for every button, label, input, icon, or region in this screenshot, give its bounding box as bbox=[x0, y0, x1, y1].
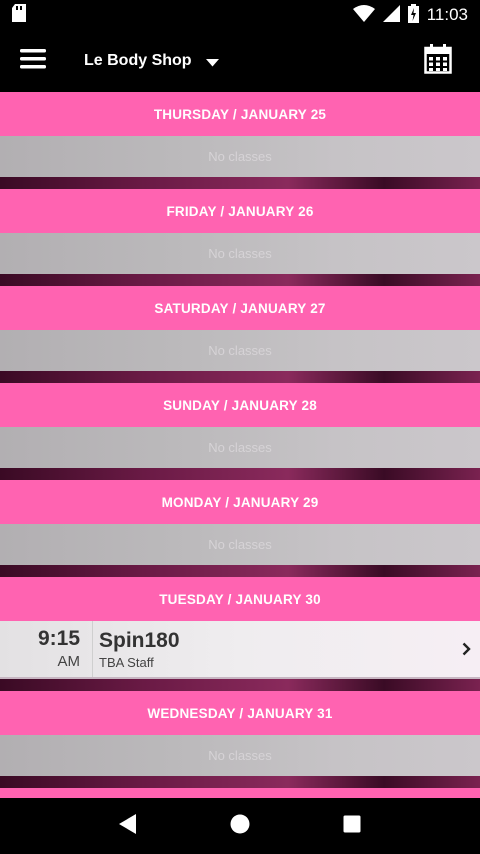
back-icon bbox=[119, 814, 137, 838]
status-bar: 11:03 bbox=[0, 0, 480, 30]
no-classes-label: No classes bbox=[0, 136, 480, 177]
calendar-icon bbox=[424, 44, 452, 78]
day-section: TUESDAY / JANUARY 30 9:15 AM Spin180 TBA… bbox=[0, 577, 480, 691]
app-bar: Le Body Shop bbox=[0, 30, 480, 92]
day-header-partial bbox=[0, 788, 480, 798]
day-header: FRIDAY / JANUARY 26 bbox=[0, 189, 480, 233]
navigation-bar bbox=[0, 798, 480, 854]
class-time: 9:15 AM bbox=[0, 621, 93, 677]
day-section: SUNDAY / JANUARY 28 No classes bbox=[0, 383, 480, 480]
day-header: SATURDAY / JANUARY 27 bbox=[0, 286, 480, 330]
no-classes-label: No classes bbox=[0, 735, 480, 776]
day-section: MONDAY / JANUARY 29 No classes bbox=[0, 480, 480, 577]
class-staff: TBA Staff bbox=[99, 655, 154, 670]
class-info: Spin180 TBA Staff bbox=[93, 621, 452, 677]
home-button[interactable] bbox=[220, 806, 260, 846]
day-header: SUNDAY / JANUARY 28 bbox=[0, 383, 480, 427]
no-classes-label: No classes bbox=[0, 427, 480, 468]
recents-icon bbox=[343, 815, 361, 837]
day-section-next bbox=[0, 788, 480, 798]
no-classes-label: No classes bbox=[0, 524, 480, 565]
day-header: WEDNESDAY / JANUARY 31 bbox=[0, 691, 480, 735]
sd-card-icon bbox=[12, 4, 26, 26]
day-section: SATURDAY / JANUARY 27 No classes bbox=[0, 286, 480, 383]
chevron-right-icon bbox=[452, 621, 480, 677]
class-row-spin180[interactable]: 9:15 AM Spin180 TBA Staff bbox=[0, 621, 480, 679]
caret-down-icon bbox=[205, 52, 219, 71]
day-header: THURSDAY / JANUARY 25 bbox=[0, 92, 480, 136]
day-header: MONDAY / JANUARY 29 bbox=[0, 480, 480, 524]
location-selector[interactable]: Le Body Shop bbox=[84, 52, 219, 71]
hamburger-menu-icon bbox=[20, 48, 46, 74]
cell-signal-icon bbox=[382, 4, 400, 26]
recents-button[interactable] bbox=[332, 806, 372, 846]
no-classes-label: No classes bbox=[0, 330, 480, 371]
battery-charging-icon bbox=[407, 3, 419, 27]
class-start-time: 9:15 bbox=[37, 627, 80, 650]
home-icon bbox=[230, 814, 250, 838]
menu-button[interactable] bbox=[0, 30, 66, 92]
class-name: Spin180 bbox=[99, 629, 180, 652]
status-time: 11:03 bbox=[426, 5, 468, 24]
back-button[interactable] bbox=[108, 806, 148, 846]
day-header: TUESDAY / JANUARY 30 bbox=[0, 577, 480, 621]
wifi-icon bbox=[352, 4, 375, 26]
no-classes-label: No classes bbox=[0, 233, 480, 274]
day-section: FRIDAY / JANUARY 26 No classes bbox=[0, 189, 480, 286]
location-name: Le Body Shop bbox=[84, 52, 192, 69]
calendar-button[interactable] bbox=[424, 44, 454, 76]
day-section: WEDNESDAY / JANUARY 31 No classes bbox=[0, 691, 480, 788]
class-ampm: AM bbox=[57, 653, 81, 670]
schedule-list[interactable]: THURSDAY / JANUARY 25 No classes FRIDAY … bbox=[0, 92, 480, 798]
day-section: THURSDAY / JANUARY 25 No classes bbox=[0, 92, 480, 189]
